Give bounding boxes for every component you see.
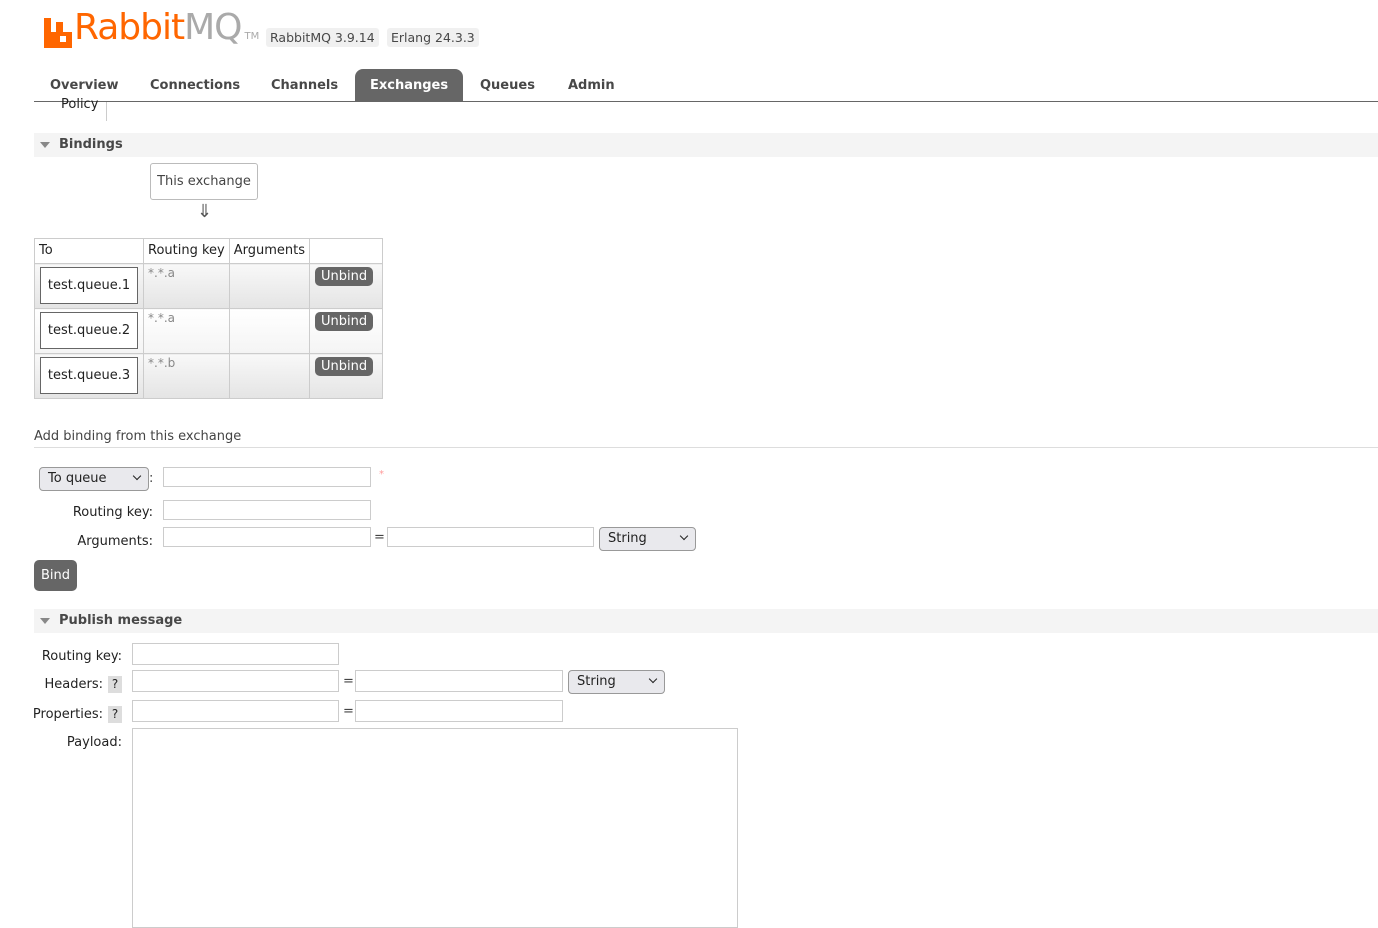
argument-type-select[interactable]: String bbox=[599, 527, 696, 551]
payload-label: Payload: bbox=[66, 735, 122, 750]
selected-value: To queue bbox=[48, 471, 107, 486]
rabbit-logo-icon bbox=[44, 18, 72, 48]
bind-button[interactable]: Bind bbox=[34, 560, 77, 591]
rabbitmq-logo: Rabbit MQ TM bbox=[44, 8, 259, 48]
binding-routing-key-input[interactable] bbox=[163, 500, 371, 520]
arguments bbox=[228, 263, 311, 309]
publish-section-header[interactable]: Publish message bbox=[34, 609, 1378, 633]
column-header-to: To bbox=[34, 238, 144, 264]
equals-sign: = bbox=[374, 530, 385, 545]
unbind-button[interactable]: Unbind bbox=[315, 267, 374, 286]
down-arrow-icon: ⇓ bbox=[197, 201, 213, 222]
property-key-input[interactable] bbox=[132, 700, 339, 722]
collapse-triangle-icon bbox=[40, 142, 50, 148]
equals-sign: = bbox=[343, 704, 354, 719]
payload-textarea[interactable] bbox=[132, 728, 738, 928]
logo-text-mq: MQ bbox=[184, 7, 242, 48]
logo-tm: TM bbox=[244, 31, 260, 42]
properties-help-icon[interactable]: ? bbox=[108, 706, 122, 723]
required-marker: * bbox=[379, 469, 384, 480]
arguments-label: Arguments: bbox=[77, 534, 153, 549]
destination-type-select[interactable]: To queue bbox=[39, 467, 149, 491]
equals-sign: = bbox=[343, 674, 354, 689]
chevron-down-icon bbox=[679, 531, 689, 541]
colon: : bbox=[149, 471, 154, 486]
routing-key: *.*.b bbox=[148, 356, 176, 370]
collapse-triangle-icon bbox=[40, 618, 50, 624]
publish-routing-key-label: Routing key: bbox=[41, 649, 122, 664]
chevron-down-icon bbox=[648, 674, 658, 684]
submenu-policy[interactable]: Policy bbox=[61, 97, 98, 112]
properties-label: Properties: bbox=[32, 707, 103, 722]
tab-queues[interactable]: Queues bbox=[465, 69, 550, 101]
add-binding-title: Add binding from this exchange bbox=[34, 429, 1378, 448]
table-row: test.queue.1 *.*.a Unbind bbox=[34, 263, 384, 309]
selected-value: String bbox=[608, 531, 647, 546]
bindings-table: To Routing key Arguments test.queue.1 *.… bbox=[34, 238, 384, 399]
column-header-routing-key: Routing key bbox=[143, 238, 230, 264]
chevron-down-icon bbox=[132, 471, 142, 481]
selected-value: String bbox=[577, 674, 616, 689]
column-header-arguments: Arguments bbox=[228, 238, 311, 264]
submenu-divider bbox=[106, 102, 107, 121]
erlang-badge: Erlang 24.3.3 bbox=[387, 28, 479, 47]
destination-input[interactable] bbox=[163, 467, 371, 487]
table-row: test.queue.2 *.*.a Unbind bbox=[34, 308, 384, 354]
arguments bbox=[228, 353, 311, 399]
section-title: Publish message bbox=[59, 613, 183, 628]
arguments bbox=[228, 308, 311, 354]
tab-admin[interactable]: Admin bbox=[553, 69, 630, 101]
tab-connections[interactable]: Connections bbox=[135, 69, 255, 101]
main-nav: Overview Connections Channels Exchanges … bbox=[34, 69, 1378, 102]
logo-text-rabbit: Rabbit bbox=[74, 7, 185, 48]
property-value-input[interactable] bbox=[355, 700, 563, 722]
tab-exchanges[interactable]: Exchanges bbox=[355, 69, 464, 101]
this-exchange-box: This exchange bbox=[150, 163, 258, 200]
table-row: test.queue.3 *.*.b Unbind bbox=[34, 353, 384, 399]
argument-value-input[interactable] bbox=[387, 527, 594, 547]
queue-link[interactable]: test.queue.2 bbox=[40, 312, 138, 349]
routing-key-label: Routing key: bbox=[72, 505, 153, 520]
unbind-button[interactable]: Unbind bbox=[315, 312, 374, 331]
headers-label: Headers: bbox=[44, 677, 104, 692]
routing-key: *.*.a bbox=[148, 311, 175, 325]
bindings-section-header[interactable]: Bindings bbox=[34, 133, 1378, 157]
routing-key: *.*.a bbox=[148, 266, 175, 280]
publish-routing-key-input[interactable] bbox=[132, 643, 339, 665]
header-type-select[interactable]: String bbox=[568, 670, 665, 694]
argument-key-input[interactable] bbox=[163, 527, 371, 547]
headers-help-icon[interactable]: ? bbox=[108, 676, 122, 693]
unbind-button[interactable]: Unbind bbox=[315, 357, 374, 376]
section-title: Bindings bbox=[59, 137, 123, 152]
tab-channels[interactable]: Channels bbox=[256, 69, 353, 101]
queue-link[interactable]: test.queue.1 bbox=[40, 267, 138, 304]
header-value-input[interactable] bbox=[355, 670, 563, 692]
header-key-input[interactable] bbox=[132, 670, 339, 692]
column-header-actions bbox=[309, 238, 384, 264]
queue-link[interactable]: test.queue.3 bbox=[40, 357, 138, 394]
version-badge: RabbitMQ 3.9.14 bbox=[266, 28, 379, 47]
